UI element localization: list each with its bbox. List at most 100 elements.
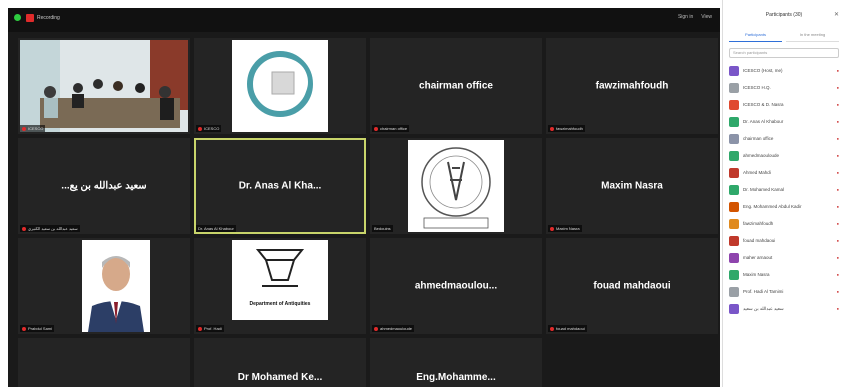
avatar: [729, 65, 739, 76]
participant-row[interactable]: Ahmed Mahdi ●: [729, 164, 839, 181]
department-of-antiquities-logo: Department of Antiquities: [232, 240, 328, 320]
mic-muted-icon[interactable]: ●: [829, 68, 839, 73]
close-icon[interactable]: ✕: [834, 11, 839, 18]
mic-muted-icon: [22, 126, 26, 131]
participant-row[interactable]: ahmedmaouloude ●: [729, 147, 839, 164]
avatar: [729, 303, 739, 314]
participant-name: maher arnaout: [743, 255, 773, 260]
participant-name-label: fawzimahfoudh: [548, 125, 585, 132]
video-tile[interactable]: ...سعيد عبدالله بن يع سعيد عبدالله بن سع…: [18, 138, 190, 234]
video-area: Recording Sign in View ICESCO ICESCO cha…: [8, 8, 720, 387]
mic-muted-icon[interactable]: ●: [829, 85, 839, 90]
participant-name-label: Prabdul Sami: [20, 325, 55, 332]
video-tile[interactable]: Eng.Mohamme...: [370, 338, 542, 387]
participant-name: سعيد عبدالله بن سعيد: [743, 305, 784, 311]
mic-muted-icon: [374, 126, 378, 131]
video-tile[interactable]: Dr Mohamed Ke...: [194, 338, 366, 387]
participant-row[interactable]: maher arnaout ●: [729, 249, 839, 266]
security-icon[interactable]: [14, 14, 21, 21]
participant-row[interactable]: سعيد عبدالله بن سعيد ●: [729, 300, 839, 317]
video-tile[interactable]: ICESCO: [194, 38, 366, 134]
sign-in-link[interactable]: Sign in: [678, 14, 693, 20]
mic-muted-icon[interactable]: ●: [829, 289, 839, 294]
participant-row[interactable]: ICESCO (Host, me) ●: [729, 62, 839, 79]
video-tile[interactable]: Prabdul Sami: [18, 238, 190, 334]
view-button[interactable]: View: [701, 14, 712, 20]
mic-muted-icon: [22, 326, 26, 331]
participant-name: chairman office: [743, 136, 774, 141]
meeting-app: Recording Sign in View ICESCO ICESCO cha…: [0, 0, 845, 387]
participant-row[interactable]: Eng. Mohammed Abdul Kadir ●: [729, 198, 839, 215]
video-tile[interactable]: Department of Antiquities Prof. Hadi: [194, 238, 366, 334]
video-tile[interactable]: ahmedmaoulou... ahmedmaouloude: [370, 238, 542, 334]
participants-panel: Participants (30) ✕ Participants In the …: [722, 0, 845, 387]
participant-name: ICESCO H.Q.: [743, 85, 771, 90]
mic-muted-icon[interactable]: ●: [829, 153, 839, 158]
avatar: [729, 167, 739, 178]
video-tile[interactable]: Maxim Nasra Maxim Nasra: [546, 138, 718, 234]
recording-indicator[interactable]: Recording: [26, 13, 60, 23]
participant-row[interactable]: ICESCO & D. Nasra ●: [729, 96, 839, 113]
video-tile[interactable]: fouad mahdaoui fouad mahdaoui: [546, 238, 718, 334]
mic-muted-icon[interactable]: ●: [829, 306, 839, 311]
video-tile[interactable]: [18, 338, 190, 387]
participant-row[interactable]: Dr. Mohamed Kamal ●: [729, 181, 839, 198]
avatar: [729, 184, 739, 195]
mic-muted-icon[interactable]: ●: [829, 221, 839, 226]
conference-room-photo: [20, 40, 188, 132]
tab-in-meeting[interactable]: In the meeting: [786, 30, 839, 42]
participant-name-label: chairman office: [372, 125, 410, 132]
participant-list: ICESCO (Host, me) ● ICESCO H.Q. ● ICESCO & D…: [723, 62, 845, 317]
participant-display-name: chairman office: [419, 80, 493, 92]
mic-muted-icon[interactable]: ●: [829, 102, 839, 107]
participant-display-name: ...سعيد عبدالله بن يع: [61, 180, 147, 192]
participant-display-name: ahmedmaoulou...: [414, 280, 498, 292]
participant-name: Prof. Hadi Al Tamimi: [743, 289, 784, 294]
avatar: [729, 252, 739, 263]
participant-name-label: Bedouins: [372, 225, 393, 232]
participant-display-name: Maxim Nasra: [601, 180, 663, 192]
video-tile-active-speaker[interactable]: Dr. Anas Al Kha... Dr. Anas Al Khabour: [194, 138, 366, 234]
top-bar: Recording Sign in View: [8, 8, 720, 32]
mic-muted-icon: [550, 226, 554, 231]
mic-muted-icon[interactable]: ●: [829, 204, 839, 209]
avatar: [729, 201, 739, 212]
avatar: [729, 235, 739, 246]
mic-muted-icon: [550, 326, 554, 331]
mic-muted-icon[interactable]: ●: [829, 170, 839, 175]
participant-display-name: Dr Mohamed Ke...: [237, 372, 323, 383]
video-tile[interactable]: Bedouins: [370, 138, 542, 234]
mic-muted-icon[interactable]: ●: [829, 119, 839, 124]
avatar: [729, 133, 739, 144]
mic-muted-icon[interactable]: ●: [829, 272, 839, 277]
participant-row[interactable]: chairman office ●: [729, 130, 839, 147]
participant-row[interactable]: Prof. Hadi Al Tamimi ●: [729, 283, 839, 300]
participant-name: Maxim Nasra: [743, 272, 770, 277]
participant-row[interactable]: fawzimahfoudh ●: [729, 215, 839, 232]
logo-caption: Department of Antiquities: [249, 301, 311, 307]
participant-name: Eng. Mohammed Abdul Kadir: [743, 204, 802, 209]
tab-participants[interactable]: Participants: [729, 30, 782, 42]
video-tile[interactable]: chairman office chairman office: [370, 38, 542, 134]
mic-muted-icon: [198, 126, 202, 131]
avatar: [729, 286, 739, 297]
participant-row[interactable]: fouad mahdaoui ●: [729, 232, 839, 249]
record-icon: [26, 14, 34, 22]
participant-name-label: Dr. Anas Al Khabour: [196, 225, 236, 232]
video-tile[interactable]: ICESCO: [18, 38, 190, 134]
participant-name-label: ICESCO: [20, 125, 46, 132]
participant-display-name: fawzimahfoudh: [595, 80, 669, 92]
participant-row[interactable]: Dr. Anas Al Khabour ●: [729, 113, 839, 130]
mic-muted-icon[interactable]: ●: [829, 255, 839, 260]
participant-row[interactable]: ICESCO H.Q. ●: [729, 79, 839, 96]
circular-emblem-image: [408, 140, 504, 232]
mic-muted-icon[interactable]: ●: [829, 136, 839, 141]
avatar: [729, 150, 739, 161]
participant-name-label: Prof. Hadi: [196, 325, 224, 332]
participant-search-input[interactable]: Search participants: [729, 48, 839, 58]
mic-muted-icon[interactable]: ●: [829, 187, 839, 192]
participant-name-label: Maxim Nasra: [548, 225, 582, 232]
mic-muted-icon[interactable]: ●: [829, 238, 839, 243]
participant-row[interactable]: Maxim Nasra ●: [729, 266, 839, 283]
video-tile[interactable]: fawzimahfoudh fawzimahfoudh: [546, 38, 718, 134]
